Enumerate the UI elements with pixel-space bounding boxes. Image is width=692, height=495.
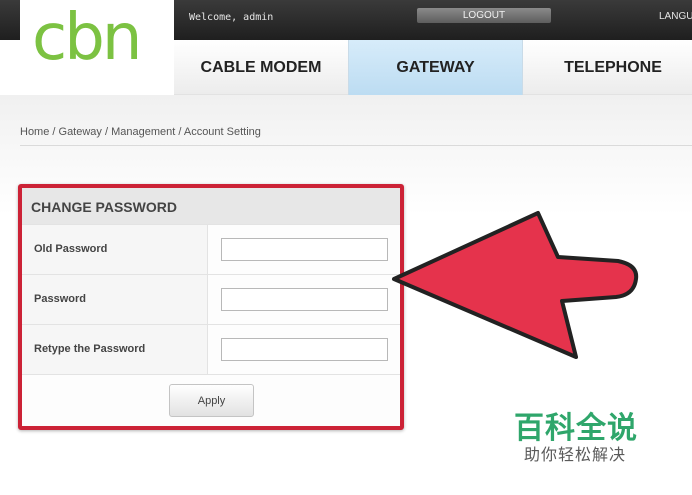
logo-text: cbn [32, 1, 142, 75]
red-arrow-icon [392, 211, 639, 359]
password-label: Password [22, 275, 208, 324]
divider [20, 145, 692, 146]
old-password-input[interactable] [221, 238, 388, 261]
brand-logo: cbn [20, 0, 174, 95]
welcome-text: Welcome, admin [189, 12, 274, 23]
breadcrumb: Home / Gateway / Management / Account Se… [20, 126, 261, 138]
logout-button[interactable]: LOGOUT [417, 8, 551, 23]
apply-button[interactable]: Apply [169, 384, 254, 417]
old-password-label: Old Password [22, 225, 208, 274]
password-row: Password [22, 274, 400, 324]
change-password-panel: CHANGE PASSWORD Old Password Password Re… [18, 184, 404, 430]
main-nav: CABLE MODEM GATEWAY TELEPHONE [174, 40, 692, 95]
apply-row: Apply [22, 374, 400, 426]
language-menu[interactable]: LANGU [659, 11, 692, 22]
watermark-subtitle: 助你轻松解决 [524, 447, 627, 464]
retype-password-label: Retype the Password [22, 325, 208, 374]
retype-password-input[interactable] [221, 338, 388, 361]
tab-telephone[interactable]: TELEPHONE [523, 40, 692, 95]
tab-cable-modem[interactable]: CABLE MODEM [174, 40, 348, 95]
password-input[interactable] [221, 288, 388, 311]
panel-title: CHANGE PASSWORD [22, 188, 400, 224]
retype-password-row: Retype the Password [22, 324, 400, 374]
tab-gateway[interactable]: GATEWAY [348, 40, 523, 95]
old-password-row: Old Password [22, 224, 400, 274]
